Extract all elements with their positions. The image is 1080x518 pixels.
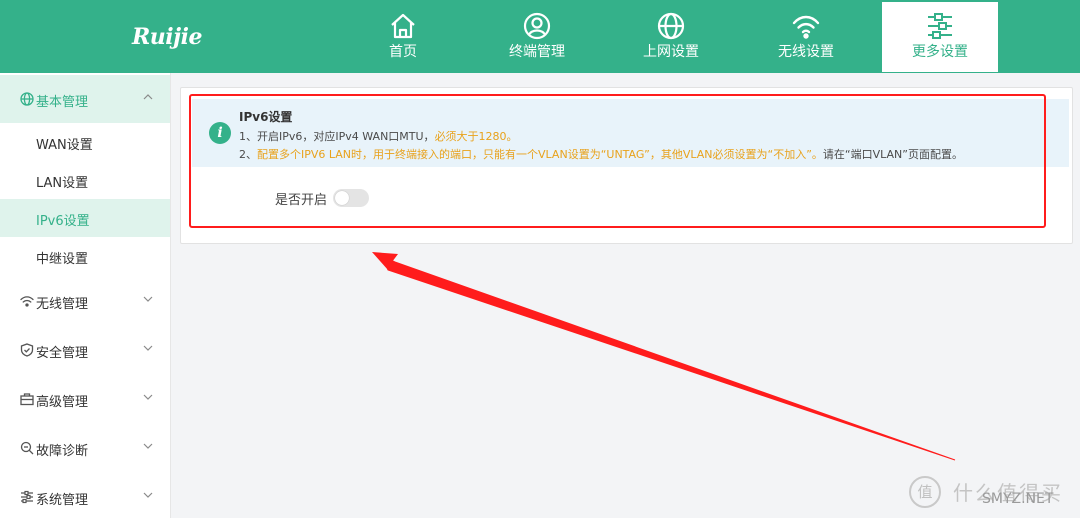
sliders-icon [882, 2, 998, 44]
tab-home[interactable]: 首页 [345, 2, 461, 72]
chevron-down-icon [143, 296, 153, 302]
tab-label: 无线设置 [778, 44, 834, 60]
home-icon [345, 2, 461, 44]
sidebar: 基本管理 WAN设置 LAN设置 IPv6设置 中继设置 无线管理 安全管理 高… [0, 73, 171, 518]
sidebar-group-troubleshooting[interactable]: 故障诊断 [0, 424, 170, 472]
info-line-1: 1、开启IPv6，对应IPv4 WAN口MTU，必须大于1280。 [239, 128, 518, 144]
ruijie-logo: Ruijie [132, 24, 202, 50]
info-warning: 配置多个IPV6 LAN时，用于终端接入的端口，只能有一个VLAN设置为“UNT… [257, 148, 823, 161]
globe-icon [613, 2, 729, 44]
info-notice: i IPv6设置 1、开启IPv6，对应IPv4 WAN口MTU，必须大于128… [192, 99, 1069, 167]
wifi-icon [20, 296, 34, 307]
tab-internet-settings[interactable]: 上网设置 [613, 2, 729, 72]
info-text: 2、 [239, 148, 257, 161]
sidebar-item-label: LAN设置 [36, 176, 89, 191]
user-circle-icon [479, 2, 595, 44]
tab-wireless-settings[interactable]: 无线设置 [748, 2, 864, 72]
sidebar-group-security-management[interactable]: 安全管理 [0, 326, 170, 374]
shield-icon [20, 343, 34, 357]
sidebar-group-label: 高级管理 [36, 395, 89, 410]
sidebar-item-label: WAN设置 [36, 138, 93, 153]
search-icon [20, 441, 34, 455]
toggle-knob [335, 191, 349, 205]
wifi-icon [748, 2, 864, 44]
sidebar-item-relay[interactable]: 中继设置 [0, 237, 170, 275]
globe-icon [20, 92, 34, 106]
ipv6-settings-panel: i IPv6设置 1、开启IPv6，对应IPv4 WAN口MTU，必须大于128… [180, 87, 1073, 244]
tab-label: 上网设置 [643, 44, 699, 60]
briefcase-icon [20, 393, 34, 406]
tab-more-settings[interactable]: 更多设置 [882, 2, 998, 72]
sidebar-item-label: 中继设置 [36, 252, 89, 267]
chevron-down-icon [143, 492, 153, 498]
chevron-down-icon [143, 443, 153, 449]
sidebar-group-label: 系统管理 [36, 493, 89, 508]
sidebar-group-label: 无线管理 [36, 297, 89, 312]
sidebar-group-advanced-management[interactable]: 高级管理 [0, 375, 170, 423]
tab-label: 首页 [389, 44, 417, 60]
tab-label: 更多设置 [912, 44, 968, 60]
sidebar-group-wireless-management[interactable]: 无线管理 [0, 277, 170, 325]
info-line-2: 2、配置多个IPV6 LAN时，用于终端接入的端口，只能有一个VLAN设置为“U… [239, 146, 963, 162]
info-warning: 必须大于1280。 [434, 130, 518, 143]
info-icon: i [209, 122, 231, 144]
top-nav-bar: Ruijie 首页 终端管理 上网设置 无线设置 更多设置 [0, 0, 1080, 73]
chevron-down-icon [143, 345, 153, 351]
sidebar-group-system-management[interactable]: 系统管理 [0, 473, 170, 518]
chevron-down-icon [143, 394, 153, 400]
tab-terminal-management[interactable]: 终端管理 [479, 2, 595, 72]
sidebar-group-label: 基本管理 [36, 95, 89, 110]
enable-ipv6-toggle[interactable] [333, 189, 369, 207]
sidebar-item-wan[interactable]: WAN设置 [0, 123, 170, 161]
sidebar-item-lan[interactable]: LAN设置 [0, 161, 170, 199]
tab-label: 终端管理 [509, 44, 565, 60]
watermark-logo-icon: 值 [909, 476, 941, 508]
watermark-url: SMYZ.NET [982, 491, 1054, 507]
sidebar-group-label: 故障诊断 [36, 444, 89, 459]
panel-title: IPv6设置 [239, 110, 293, 124]
sidebar-item-ipv6[interactable]: IPv6设置 [0, 199, 170, 237]
sidebar-group-basic-management[interactable]: 基本管理 [0, 75, 170, 123]
enable-toggle-label: 是否开启 [275, 193, 328, 208]
chevron-up-icon [143, 94, 153, 100]
sidebar-group-label: 安全管理 [36, 346, 89, 361]
info-text: 请在“端口VLAN”页面配置。 [822, 148, 963, 161]
sliders-icon [21, 490, 33, 504]
sidebar-item-label: IPv6设置 [36, 214, 90, 229]
info-text: 1、开启IPv6，对应IPv4 WAN口MTU， [239, 130, 435, 143]
